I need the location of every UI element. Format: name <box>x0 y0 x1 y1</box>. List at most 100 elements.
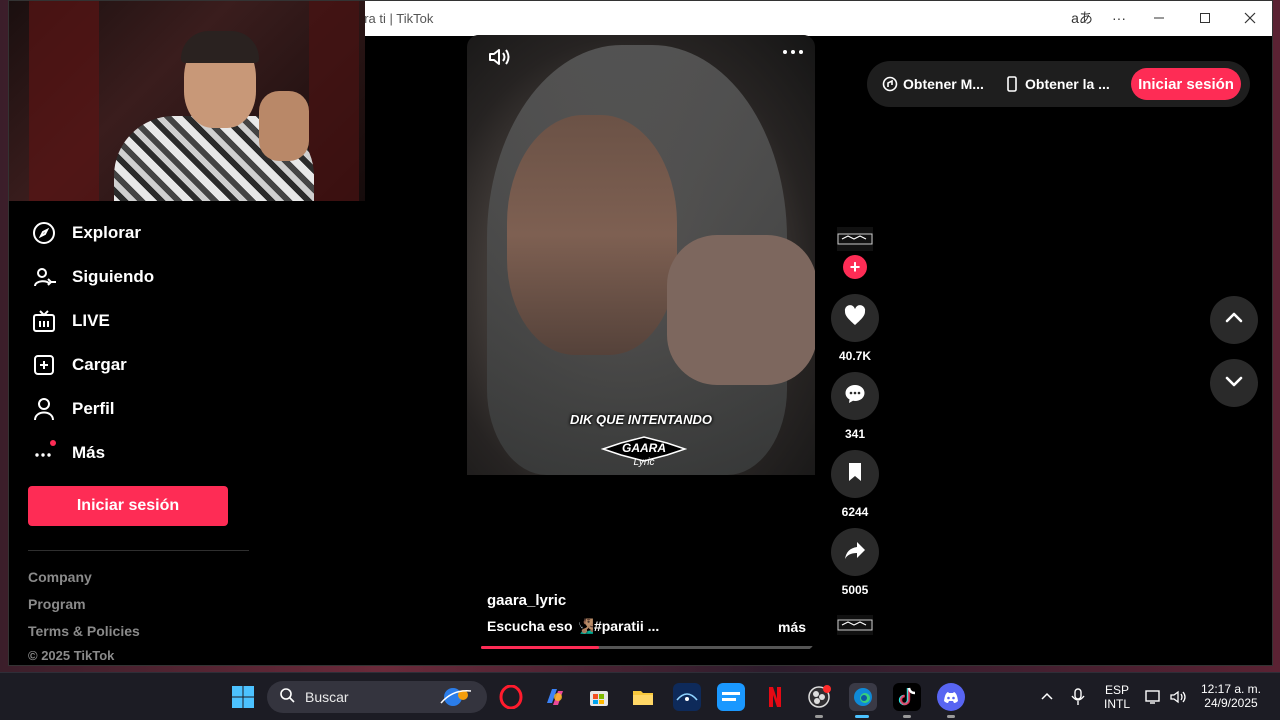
sidebar-login-button[interactable]: Iniciar sesión <box>28 486 228 526</box>
keyboard-layout: INTL <box>1103 697 1130 711</box>
music-disc-icon[interactable] <box>837 615 873 635</box>
video-description: Escucha eso 🧏🏽‍♂️#paratii ... <box>487 618 660 634</box>
save-count: 6244 <box>841 505 869 519</box>
top-action-bar: Obtener M... Obtener la ... Iniciar sesi… <box>867 61 1250 107</box>
read-aloud-icon[interactable]: aあ <box>1069 7 1095 29</box>
file-explorer-icon[interactable] <box>629 683 657 711</box>
volume-icon[interactable] <box>487 45 511 69</box>
windows-taskbar: Buscar ESP INTL 12:17 a. m. 24/9/2025 <box>0 672 1280 720</box>
next-video-button[interactable] <box>1210 359 1258 407</box>
tiktok-icon[interactable] <box>893 683 921 711</box>
sidebar-item-label: Explorar <box>72 223 141 242</box>
disney-plus-icon[interactable] <box>673 683 701 711</box>
webcam-curtain-right <box>309 1 359 201</box>
video-progress-fill <box>481 646 599 649</box>
save-button[interactable] <box>831 450 879 498</box>
opera-icon[interactable] <box>497 683 525 711</box>
running-indicator <box>947 715 955 718</box>
language-code: ESP <box>1104 683 1129 697</box>
sidebar-item-explore[interactable]: Explorar <box>27 211 257 255</box>
sidebar-item-label: Más <box>72 443 106 462</box>
notification-dot <box>50 440 56 446</box>
edge-browser-icon[interactable] <box>849 683 877 711</box>
search-icon <box>279 687 295 708</box>
sidebar-item-more[interactable]: Más <box>27 431 257 475</box>
video-username[interactable]: gaara_lyric <box>487 592 566 609</box>
sidebar-divider <box>28 550 249 551</box>
chevron-up-icon <box>1224 308 1244 333</box>
clock[interactable]: 12:17 a. m. 24/9/2025 <box>1196 682 1266 710</box>
discord-icon[interactable] <box>937 683 965 711</box>
video-player[interactable]: DIK QUE INTENTANDO GAARA Lyric gaara_lyr… <box>467 35 815 651</box>
footer-company-link[interactable]: Company <box>28 569 92 585</box>
settings-more-icon[interactable]: ··· <box>1106 7 1132 29</box>
video-subject-face <box>507 115 677 355</box>
microsoft-store-icon[interactable] <box>585 683 613 711</box>
upload-plus-icon <box>27 348 61 382</box>
tray-chevron-up-icon[interactable] <box>1033 683 1061 711</box>
follow-button[interactable]: + <box>843 255 867 279</box>
sidebar-nav: Explorar Siguiendo LIVE Cargar Perfil Má… <box>27 211 257 475</box>
network-icon[interactable] <box>1140 683 1168 711</box>
sidebar-item-label: Cargar <box>72 355 127 374</box>
keyboard-language[interactable]: ESP INTL <box>1100 683 1134 711</box>
profile-icon <box>27 392 61 426</box>
windows-start-icon[interactable] <box>229 683 257 711</box>
creator-avatar[interactable] <box>837 227 873 251</box>
copilot-icon[interactable] <box>541 683 569 711</box>
sidebar-item-profile[interactable]: Perfil <box>27 387 257 431</box>
share-button[interactable] <box>831 528 879 576</box>
previous-video-button[interactable] <box>1210 296 1258 344</box>
sidebar-item-live[interactable]: LIVE <box>27 299 257 343</box>
running-indicator <box>815 715 823 718</box>
top-login-button[interactable]: Iniciar sesión <box>1131 68 1241 100</box>
video-more-icon[interactable] <box>783 50 807 60</box>
webcam-person-hair <box>181 31 259 63</box>
running-indicator <box>903 715 911 718</box>
taskbar-search-box[interactable]: Buscar <box>267 681 487 713</box>
volume-speaker-icon[interactable] <box>1165 683 1193 711</box>
comment-icon <box>843 382 867 411</box>
get-coins-button[interactable]: Obtener M... <box>881 69 984 99</box>
sidebar-item-upload[interactable]: Cargar <box>27 343 257 387</box>
video-frame <box>467 35 815 475</box>
sidebar-item-label: LIVE <box>72 311 110 330</box>
maximize-button[interactable] <box>1192 7 1218 29</box>
description-more-link[interactable]: más <box>778 619 806 635</box>
prime-video-icon[interactable] <box>717 683 745 711</box>
share-count: 5005 <box>841 583 869 597</box>
sidebar-item-label: Perfil <box>72 399 115 418</box>
close-button[interactable] <box>1237 7 1263 29</box>
get-app-label: Obtener la ... <box>1025 76 1110 92</box>
microphone-icon[interactable] <box>1064 683 1092 711</box>
footer-program-link[interactable]: Program <box>28 596 86 612</box>
clock-date: 24/9/2025 <box>1204 696 1258 710</box>
compass-icon <box>27 216 61 250</box>
active-indicator <box>855 715 869 718</box>
webcam-curtain-left <box>29 1 99 201</box>
heart-icon <box>843 304 867 333</box>
gaara-lyric-logo: GAARA Lyric <box>601 436 687 468</box>
svg-text:GAARA: GAARA <box>622 441 666 455</box>
video-caption: DIK QUE INTENTANDO <box>569 412 713 427</box>
comment-count: 341 <box>844 427 866 441</box>
sidebar-item-label: Siguiendo <box>72 267 155 286</box>
minimize-button[interactable] <box>1146 7 1172 29</box>
video-progress-bar[interactable] <box>481 646 815 649</box>
following-icon <box>27 260 61 294</box>
like-button[interactable] <box>831 294 879 342</box>
copyright-text: © 2025 TikTok <box>28 648 115 663</box>
obs-studio-icon[interactable] <box>805 683 833 711</box>
live-tv-icon <box>27 304 61 338</box>
sidebar-item-following[interactable]: Siguiendo <box>27 255 257 299</box>
webcam-person-hand <box>259 91 309 161</box>
comment-button[interactable] <box>831 372 879 420</box>
clock-time: 12:17 a. m. <box>1200 682 1262 696</box>
video-subject-hand <box>667 235 815 385</box>
svg-text:Lyric: Lyric <box>634 457 655 468</box>
footer-terms-link[interactable]: Terms & Policies <box>28 623 140 639</box>
get-app-button[interactable]: Obtener la ... <box>1003 69 1110 99</box>
get-coins-label: Obtener M... <box>903 76 984 92</box>
webcam-overlay <box>9 1 365 201</box>
netflix-icon[interactable] <box>761 683 789 711</box>
